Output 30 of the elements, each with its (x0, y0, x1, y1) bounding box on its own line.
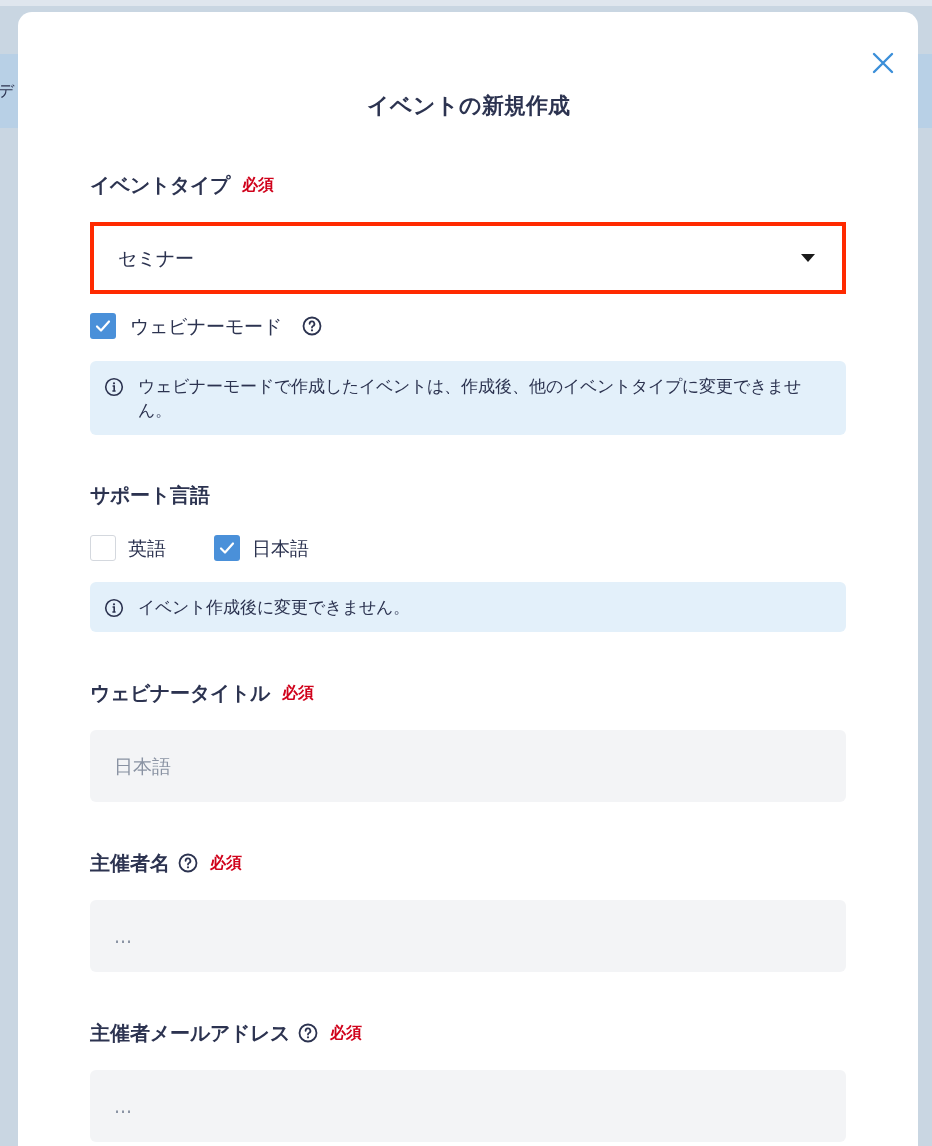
input-field[interactable]: ... (90, 1070, 846, 1142)
checkbox[interactable] (90, 313, 116, 340)
required-label: 必須 (210, 852, 242, 874)
notice-text: ウェビナーモードで作成したイベントは、作成後、他のイベントタイプに変更できません。 (138, 374, 802, 422)
help-icon[interactable] (302, 316, 322, 337)
close-button[interactable] (870, 50, 896, 76)
required-label: 必須 (242, 174, 274, 196)
help-icon[interactable] (298, 1023, 318, 1043)
required-label: 必須 (282, 682, 314, 704)
input-field[interactable]: ... (90, 900, 846, 972)
close-icon (872, 52, 894, 74)
checkbox-label: 日本語 (252, 535, 309, 561)
info-icon (104, 376, 124, 397)
info-icon (104, 598, 124, 618)
field-label: 主催者メールアドレス (90, 1021, 290, 1045)
field-label: サポート言語 (90, 482, 210, 507)
field-label: ウェビナータイトル (90, 681, 270, 705)
event-type-select[interactable]: セミナー (90, 222, 846, 294)
required-label: 必須 (330, 1022, 362, 1044)
checkbox[interactable] (90, 534, 116, 561)
field-label: イベントタイプ (90, 173, 230, 197)
notice-text: イベント作成後に変更できません。 (138, 596, 410, 619)
input-field[interactable]: 日本語 (90, 730, 846, 802)
checkbox-label: ウェビナーモード (130, 314, 282, 339)
dialog-title: イベントの新規作成 (365, 92, 571, 120)
checkbox[interactable] (214, 534, 240, 561)
field-label: 主催者名 (90, 851, 170, 875)
caret-icon (800, 253, 816, 263)
checkbox-label: 英語 (128, 535, 166, 561)
help-icon[interactable] (178, 853, 198, 873)
